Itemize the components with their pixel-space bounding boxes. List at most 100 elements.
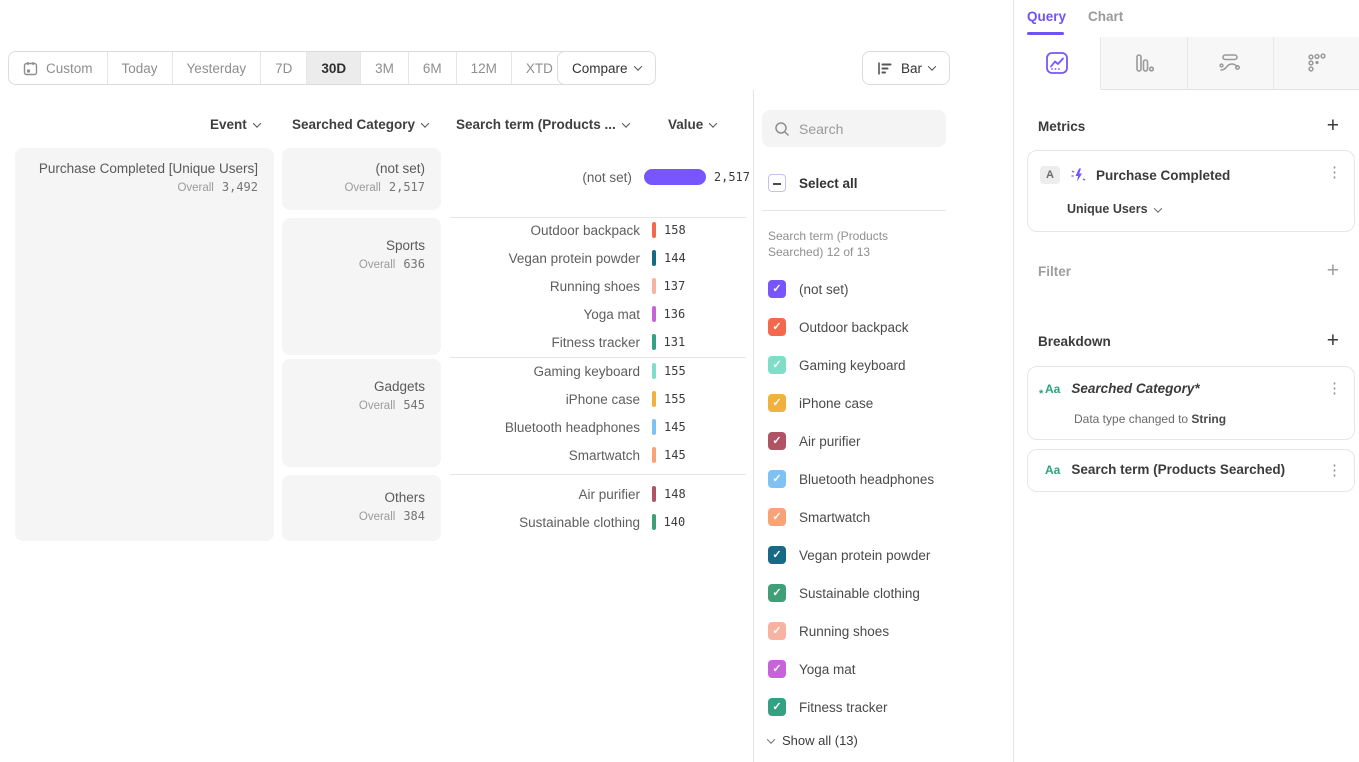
- filter-option[interactable]: Gaming keyboard: [768, 354, 906, 376]
- tab-chart[interactable]: Chart: [1088, 9, 1123, 24]
- table-row[interactable]: Gaming keyboard155: [450, 357, 750, 385]
- checkbox-checked-icon[interactable]: [768, 698, 786, 716]
- checkbox-checked-icon[interactable]: [768, 394, 786, 412]
- filter-option[interactable]: iPhone case: [768, 392, 873, 414]
- tab-flows[interactable]: [1188, 37, 1275, 90]
- category-cell[interactable]: Sports Overall636: [282, 218, 441, 355]
- table-row[interactable]: Fitness tracker131: [450, 328, 750, 356]
- checkbox-indeterminate-icon[interactable]: [768, 174, 786, 192]
- column-header-term[interactable]: Search term (Products ...: [456, 117, 629, 132]
- value-label: 136: [664, 307, 686, 321]
- date-range-today[interactable]: Today: [107, 52, 172, 84]
- tab-funnels[interactable]: [1101, 37, 1188, 90]
- checkbox-checked-icon[interactable]: [768, 280, 786, 298]
- app-root: Custom Today Yesterday 7D 30D 3M 6M 12M …: [0, 0, 1359, 762]
- checkbox-checked-icon[interactable]: [768, 318, 786, 336]
- table-row[interactable]: (not set)2,517: [450, 163, 750, 191]
- measure-selector[interactable]: Unique Users: [1067, 202, 1161, 216]
- add-filter-button[interactable]: +: [1327, 262, 1339, 280]
- tab-retention[interactable]: [1274, 37, 1359, 90]
- calendar-icon: [23, 61, 38, 76]
- filter-option[interactable]: Yoga mat: [768, 658, 856, 680]
- category-cell[interactable]: (not set) Overall2,517: [282, 148, 441, 210]
- column-header-value[interactable]: Value: [668, 117, 716, 132]
- value-label: 2,517: [714, 170, 750, 184]
- chevron-down-icon: [633, 62, 641, 70]
- table-row[interactable]: iPhone case155: [450, 385, 750, 413]
- value-bar: [652, 363, 656, 379]
- event-overall: Overall3,492: [15, 180, 274, 194]
- date-range-7d[interactable]: 7D: [260, 52, 306, 84]
- metric-card[interactable]: ⋮ A Purchase Completed Unique Users: [1027, 150, 1355, 232]
- add-metric-button[interactable]: +: [1327, 117, 1339, 135]
- checkbox-checked-icon[interactable]: [768, 432, 786, 450]
- filter-option[interactable]: Air purifier: [768, 430, 861, 452]
- chevron-down-icon: [622, 120, 630, 128]
- event-cell[interactable]: Purchase Completed [Unique Users] Overal…: [15, 148, 274, 541]
- date-range-custom[interactable]: Custom: [9, 52, 107, 84]
- value-label: 155: [664, 364, 686, 378]
- table-row[interactable]: Bluetooth headphones145: [450, 413, 750, 441]
- date-range-30d[interactable]: 30D: [306, 52, 360, 84]
- kebab-menu-icon[interactable]: ⋮: [1327, 463, 1342, 479]
- chevron-down-icon: [421, 120, 429, 128]
- value-bar: [652, 334, 656, 350]
- filter-option[interactable]: Sustainable clothing: [768, 582, 920, 604]
- filter-option[interactable]: Smartwatch: [768, 506, 870, 528]
- date-range-6m[interactable]: 6M: [408, 52, 456, 84]
- modified-asterisk: *: [1039, 388, 1043, 400]
- checkbox-checked-icon[interactable]: [768, 470, 786, 488]
- filter-option[interactable]: Bluetooth headphones: [768, 468, 934, 490]
- date-range-12m[interactable]: 12M: [456, 52, 511, 84]
- category-cell[interactable]: Gadgets Overall545: [282, 359, 441, 467]
- select-all-option[interactable]: Select all: [768, 174, 858, 192]
- table-row[interactable]: Smartwatch145: [450, 441, 750, 469]
- date-range-yesterday[interactable]: Yesterday: [172, 52, 261, 84]
- event-name: Purchase Completed [Unique Users]: [15, 161, 274, 176]
- value-bar: [652, 447, 656, 463]
- breakdown-header: Breakdown: [1038, 334, 1111, 349]
- search-box[interactable]: [762, 110, 946, 147]
- date-range-3m[interactable]: 3M: [360, 52, 408, 84]
- filter-option[interactable]: Outdoor backpack: [768, 316, 909, 338]
- column-header-category[interactable]: Searched Category: [292, 117, 428, 132]
- table-row[interactable]: Yoga mat136: [450, 300, 750, 328]
- search-input[interactable]: [799, 121, 929, 137]
- add-breakdown-button[interactable]: +: [1327, 332, 1339, 350]
- group-separator: [450, 474, 746, 475]
- tab-query[interactable]: Query: [1027, 9, 1066, 24]
- filter-option[interactable]: (not set): [768, 278, 849, 300]
- checkbox-checked-icon[interactable]: [768, 660, 786, 678]
- checkbox-checked-icon[interactable]: [768, 508, 786, 526]
- filter-list-label: Search term (Products Searched) 12 of 13: [768, 228, 946, 260]
- checkbox-checked-icon[interactable]: [768, 546, 786, 564]
- filter-option[interactable]: Fitness tracker: [768, 696, 888, 718]
- table-row[interactable]: Air purifier148: [450, 480, 750, 508]
- table-row[interactable]: Sustainable clothing140: [450, 508, 750, 536]
- table-row[interactable]: Vegan protein powder144: [450, 244, 750, 272]
- breakdown-card[interactable]: ⋮ Aa Search term (Products Searched): [1027, 449, 1355, 492]
- table-row[interactable]: Running shoes137: [450, 272, 750, 300]
- chart-type-selector[interactable]: Bar: [862, 51, 950, 85]
- tab-insights[interactable]: [1014, 37, 1101, 90]
- kebab-menu-icon[interactable]: ⋮: [1327, 381, 1342, 397]
- string-type-icon: Aa*: [1045, 382, 1060, 396]
- breakdown-card[interactable]: ⋮ Aa* Searched Category* Data type chang…: [1027, 366, 1355, 440]
- kebab-menu-icon[interactable]: ⋮: [1327, 165, 1342, 181]
- checkbox-checked-icon[interactable]: [768, 584, 786, 602]
- table-row[interactable]: Outdoor backpack158: [450, 216, 750, 244]
- column-header-event[interactable]: Event: [210, 117, 260, 132]
- checkbox-checked-icon[interactable]: [768, 356, 786, 374]
- compare-button[interactable]: Compare: [557, 51, 656, 85]
- query-panel: Query Chart: [1013, 0, 1359, 762]
- event-spark-icon: [1070, 167, 1087, 184]
- value-bar: [652, 419, 656, 435]
- filter-option[interactable]: Running shoes: [768, 620, 889, 642]
- metric-name: Purchase Completed: [1096, 168, 1230, 183]
- value-label: 131: [664, 335, 686, 349]
- checkbox-checked-icon[interactable]: [768, 622, 786, 640]
- breakdown-note: Data type changed to String: [1074, 412, 1226, 426]
- filter-option[interactable]: Vegan protein powder: [768, 544, 930, 566]
- category-cell[interactable]: Others Overall384: [282, 475, 441, 541]
- show-all-button[interactable]: Show all (13): [768, 733, 858, 748]
